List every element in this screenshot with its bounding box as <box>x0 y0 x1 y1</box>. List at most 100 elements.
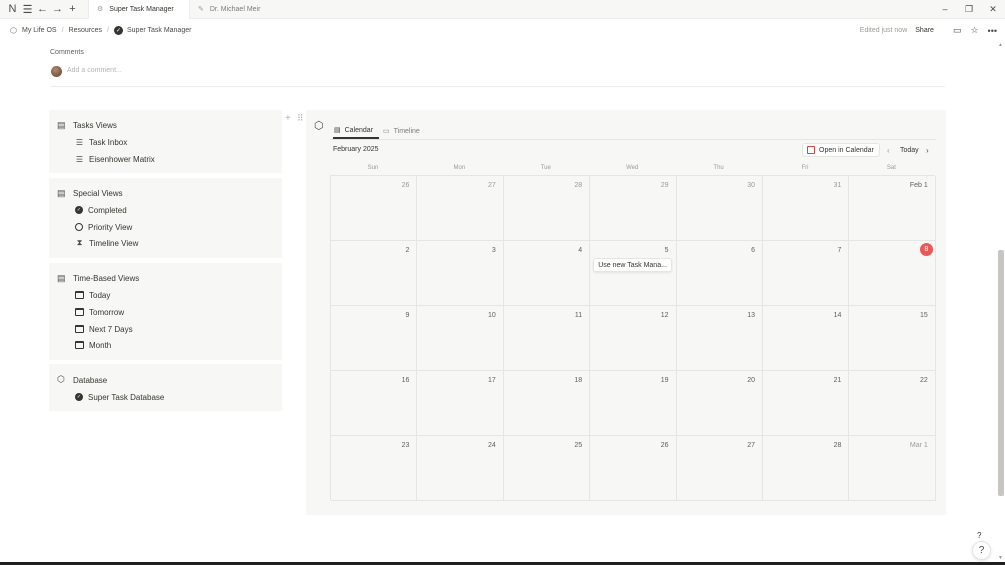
share-button[interactable]: Share <box>915 27 934 34</box>
tab-super-task-manager[interactable]: ⚙ Super Task Manager <box>88 0 190 19</box>
group-title[interactable]: Tasks Views <box>73 121 117 130</box>
calendar-day-cell[interactable]: 20 <box>676 371 763 436</box>
sidebar-item-next-7-days[interactable]: Next 7 Days <box>75 323 133 335</box>
calendar-day-cell[interactable]: 24 <box>417 436 504 501</box>
weekday-label: Sun <box>367 165 379 171</box>
hourglass-icon: ⧗ <box>76 238 83 247</box>
day-number: 2 <box>405 247 410 254</box>
help-mark-icon: ? <box>977 531 982 540</box>
calendar-day-cell[interactable]: 12 <box>590 306 677 371</box>
day-number: 23 <box>401 442 410 449</box>
calendar-day-cell[interactable]: 10 <box>417 306 504 371</box>
scroll-down-arrow-icon[interactable]: ▼ <box>998 555 1003 561</box>
sidebar-item-eisenhower-matrix[interactable]: ☰ Eisenhower Matrix <box>75 153 155 165</box>
calendar-day-cell[interactable]: 22 <box>849 371 936 436</box>
group-title[interactable]: Time-Based Views <box>73 274 139 283</box>
group-title[interactable]: Special Views <box>73 189 123 198</box>
day-number: 14 <box>833 312 842 319</box>
tab-dr-michael-meir[interactable]: ✎ Dr. Michael Meir <box>190 0 288 19</box>
calendar-day-cell[interactable]: 26 <box>590 436 677 501</box>
close-icon[interactable]: ✕ <box>981 4 1005 15</box>
sidebar-item-task-inbox[interactable]: ☰ Task Inbox <box>75 136 127 148</box>
calendar-day-cell[interactable]: 9 <box>331 306 418 371</box>
drag-handle-icon[interactable]: ⠿ <box>297 113 304 124</box>
item-label: Eisenhower Matrix <box>89 154 155 164</box>
calendar-day-cell[interactable]: 18 <box>503 371 591 436</box>
chevron-left-icon[interactable]: ‹ <box>887 146 890 155</box>
calendar-day-cell[interactable]: 7 <box>763 241 850 306</box>
divider <box>50 86 945 87</box>
calendar-day-cell[interactable]: 25 <box>503 436 591 501</box>
group-title[interactable]: Database <box>73 376 107 385</box>
calendar-day-cell[interactable]: 21 <box>763 371 850 436</box>
day-number: 24 <box>487 442 496 449</box>
calendar-day-cell[interactable]: 2 <box>331 241 418 306</box>
calendar-day-cell[interactable]: 11 <box>503 306 591 371</box>
scrollbar-thumb[interactable] <box>998 250 1004 496</box>
day-number: 6 <box>751 247 755 254</box>
chevron-right-icon[interactable]: › <box>926 146 929 155</box>
today-button[interactable]: Today <box>900 147 919 154</box>
breadcrumb-item-super-task-manager[interactable]: Super Task Manager <box>127 27 191 34</box>
calendar-day-cell[interactable]: 6 <box>676 241 763 306</box>
day-number: 26 <box>401 182 410 189</box>
sidebar-item-month[interactable]: Month <box>75 339 111 351</box>
calendar-day-cell[interactable]: 29 <box>590 176 677 241</box>
breadcrumb-item-resources[interactable]: Resources <box>69 27 102 34</box>
sidebar-item-priority-view[interactable]: Priority View <box>75 221 132 233</box>
calendar-day-cell[interactable]: 13 <box>676 306 763 371</box>
comment-icon[interactable]: ▭ <box>953 25 962 36</box>
minimize-icon[interactable]: – <box>933 4 957 14</box>
tab-calendar[interactable]: ▤ Calendar <box>333 123 379 139</box>
calendar-day-cell[interactable]: 31 <box>763 176 850 241</box>
calendar-day-cell[interactable]: 23 <box>331 436 418 501</box>
more-options-icon[interactable]: ••• <box>988 26 997 36</box>
calendar-day-cell[interactable]: 15 <box>849 306 936 371</box>
calendar-day-cell[interactable]: 27 <box>417 176 504 241</box>
calendar-day-cell[interactable]: 17 <box>417 371 504 436</box>
day-number: 10 <box>487 312 496 319</box>
restore-icon[interactable]: ❐ <box>957 4 981 15</box>
weekday-label: Mon <box>453 165 466 171</box>
checklist-icon: ☰ <box>75 137 84 147</box>
new-tab-icon[interactable]: + <box>65 0 80 19</box>
weekday-label: Sat <box>886 165 896 171</box>
calendar-event[interactable]: Use new Task Mana... <box>593 258 673 272</box>
calendar-day-cell[interactable]: 14 <box>763 306 850 371</box>
calendar-day-cell[interactable]: 5 Use new Task Mana... <box>590 241 677 306</box>
calendar-day-cell[interactable]: 28 <box>503 176 591 241</box>
calendar-day-cell[interactable]: 26 <box>331 176 418 241</box>
menu-icon[interactable]: ☰ <box>20 0 35 19</box>
notion-logo-icon[interactable]: N <box>5 0 20 19</box>
database-icon[interactable]: ⬡ <box>314 119 324 132</box>
add-block-icon[interactable]: + <box>285 113 291 124</box>
calendar-day-cell[interactable]: 30 <box>676 176 763 241</box>
add-comment-input[interactable]: Add a comment... <box>67 67 122 74</box>
sidebar-item-timeline-view[interactable]: ⧗ Timeline View <box>75 237 139 249</box>
tab-timeline[interactable]: ▭ Timeline <box>383 123 420 139</box>
open-in-calendar-button[interactable]: Open in Calendar <box>802 143 880 157</box>
calendar-day-cell[interactable]: Feb 1 <box>849 176 936 241</box>
day-number: 3 <box>491 247 496 254</box>
calendar-day-cell[interactable]: Mar 1 <box>849 436 936 501</box>
calendar-day-cell[interactable]: 16 <box>331 371 418 436</box>
item-label: Priority View <box>88 222 133 232</box>
calendar-day-cell[interactable]: 4 <box>503 241 591 306</box>
calendar-day-cell[interactable]: 3 <box>417 241 504 306</box>
calendar-day-cell[interactable]: 8 <box>849 241 936 306</box>
month-label: February 2025 <box>333 146 379 153</box>
sidebar-item-completed[interactable]: ✓ Completed <box>75 204 127 216</box>
calendar-day-cell[interactable]: 27 <box>676 436 763 501</box>
scroll-up-arrow-icon[interactable]: ▲ <box>998 42 1003 48</box>
calendar-day-cell[interactable]: 28 <box>763 436 850 501</box>
calendar-day-cell[interactable]: 19 <box>590 371 677 436</box>
back-arrow-icon[interactable]: ← <box>35 0 50 19</box>
forward-arrow-icon[interactable]: → <box>50 0 65 19</box>
page-icon: ⚙ <box>97 6 104 13</box>
sidebar-item-tomorrow[interactable]: Tomorrow <box>75 306 124 318</box>
sidebar-item-today[interactable]: Today <box>75 289 110 301</box>
breadcrumb-item-my-life-os[interactable]: My Life OS <box>22 27 57 34</box>
star-icon[interactable]: ☆ <box>970 25 978 36</box>
help-button[interactable]: ? <box>972 541 991 560</box>
sidebar-item-super-task-database[interactable]: ✓ Super Task Database <box>75 391 164 403</box>
